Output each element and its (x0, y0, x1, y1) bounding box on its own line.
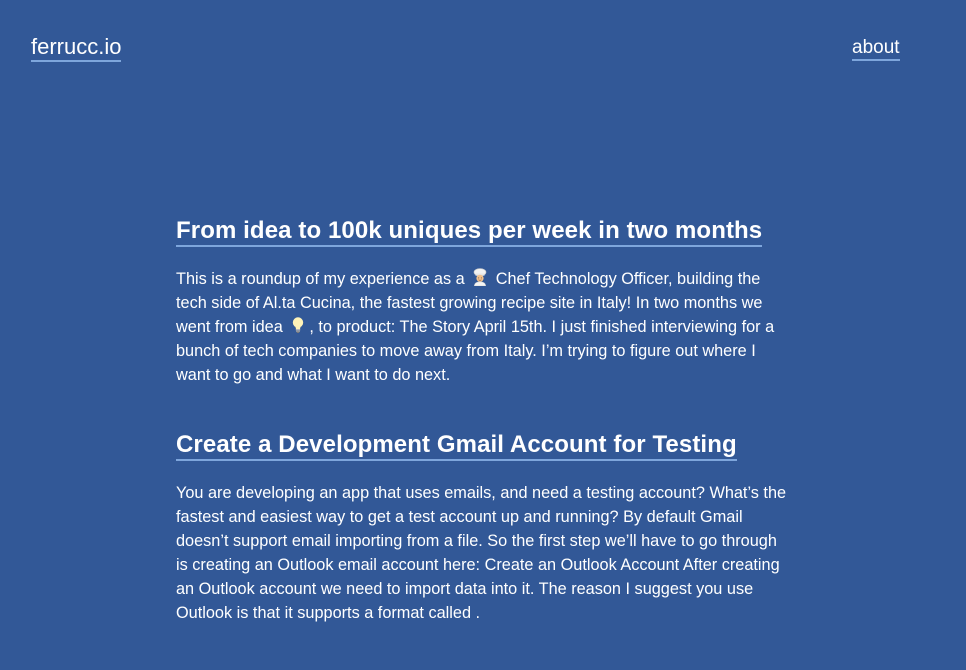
site-logo-link[interactable]: ferrucc.io (31, 34, 122, 62)
lightbulb-emoji-icon (293, 317, 304, 333)
post-title-link[interactable]: Create a Development Gmail Account for T… (176, 431, 737, 461)
post-list: From idea to 100k uniques per week in tw… (176, 217, 790, 625)
excerpt-text: This is a roundup of my experience as a (176, 270, 470, 288)
post-title-link[interactable]: From idea to 100k uniques per week in tw… (176, 217, 763, 247)
post-item: From idea to 100k uniques per week in tw… (176, 217, 790, 387)
chef-emoji-icon (473, 268, 487, 286)
post-excerpt: You are developing an app that uses emai… (176, 484, 787, 622)
post-item: Create a Development Gmail Account for T… (176, 431, 790, 625)
post-excerpt: This is a roundup of my experience as a … (176, 267, 790, 387)
nav-about-link[interactable]: about (852, 37, 900, 61)
site-header: ferrucc.io about (0, 0, 966, 80)
